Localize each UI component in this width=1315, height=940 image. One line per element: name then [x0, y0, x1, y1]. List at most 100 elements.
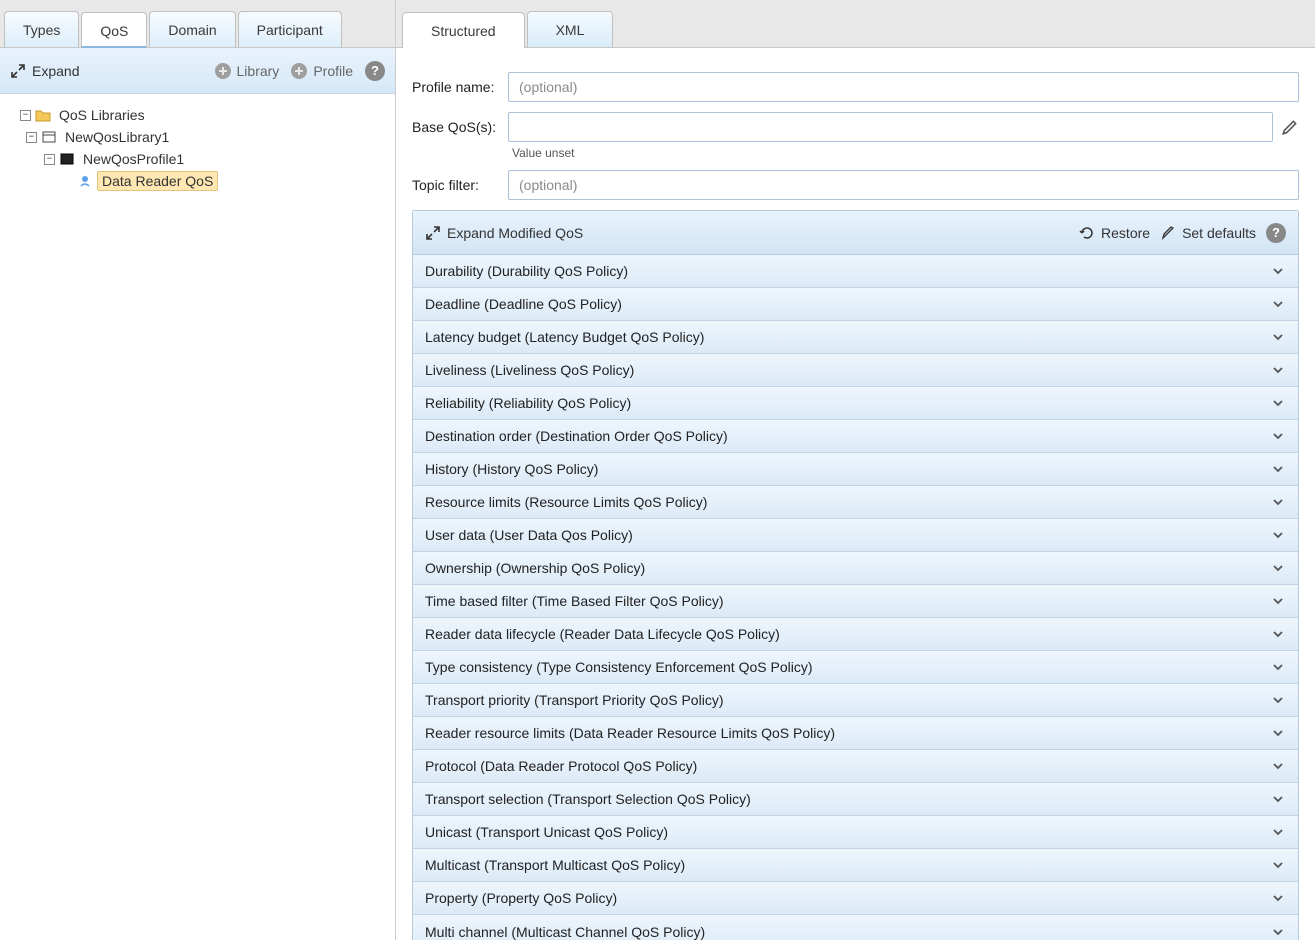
tree-leaf-data-reader-qos[interactable]: Data Reader QoS: [8, 170, 387, 192]
qos-panel: Expand Modified QoS Restore Set defaults…: [412, 210, 1299, 940]
tree-toggle[interactable]: −: [26, 132, 37, 143]
qos-policy-row[interactable]: User data (User Data Qos Policy): [413, 519, 1298, 552]
expand-tree-button[interactable]: Expand: [10, 63, 79, 79]
tab-xml[interactable]: XML: [527, 11, 614, 47]
qos-policy-label: Reader data lifecycle (Reader Data Lifec…: [425, 626, 780, 642]
qos-policy-row[interactable]: Reader resource limits (Data Reader Reso…: [413, 717, 1298, 750]
qos-policy-row[interactable]: Type consistency (Type Consistency Enfor…: [413, 651, 1298, 684]
chevron-down-icon: [1270, 626, 1286, 642]
tree-profile-label: NewQosProfile1: [79, 150, 188, 168]
library-icon: [41, 129, 57, 145]
tree-root-label: QoS Libraries: [55, 106, 149, 124]
qos-policy-row[interactable]: Latency budget (Latency Budget QoS Polic…: [413, 321, 1298, 354]
chevron-down-icon: [1270, 296, 1286, 312]
qos-policy-label: Transport priority (Transport Priority Q…: [425, 692, 723, 708]
brush-icon: [1160, 225, 1176, 241]
restore-button[interactable]: Restore: [1079, 225, 1150, 241]
add-library-button[interactable]: Library: [215, 63, 280, 79]
plus-icon: [215, 63, 231, 79]
base-qos-label: Base QoS(s):: [412, 119, 508, 135]
qos-policy-label: Reader resource limits (Data Reader Reso…: [425, 725, 835, 741]
chevron-down-icon: [1270, 824, 1286, 840]
restore-icon: [1079, 225, 1095, 241]
qos-policy-label: Type consistency (Type Consistency Enfor…: [425, 659, 813, 675]
qos-policy-row[interactable]: Destination order (Destination Order QoS…: [413, 420, 1298, 453]
base-qos-input[interactable]: [508, 112, 1273, 142]
qos-policy-list: Durability (Durability QoS Policy) Deadli…: [413, 255, 1298, 940]
chevron-down-icon: [1270, 494, 1286, 510]
chevron-down-icon: [1270, 857, 1286, 873]
add-profile-label: Profile: [313, 63, 353, 79]
help-icon[interactable]: ?: [1266, 223, 1286, 243]
chevron-down-icon: [1270, 659, 1286, 675]
qos-policy-row[interactable]: Deadline (Deadline QoS Policy): [413, 288, 1298, 321]
qos-policy-label: Multicast (Transport Multicast QoS Polic…: [425, 857, 685, 873]
tab-participant[interactable]: Participant: [238, 11, 342, 47]
tree-library[interactable]: − NewQosLibrary1: [8, 126, 387, 148]
qos-policy-label: History (History QoS Policy): [425, 461, 598, 477]
chevron-down-icon: [1270, 890, 1286, 906]
qos-policy-row[interactable]: Transport selection (Transport Selection…: [413, 783, 1298, 816]
expand-modified-qos-label: Expand Modified QoS: [447, 225, 583, 241]
qos-policy-label: Latency budget (Latency Budget QoS Polic…: [425, 329, 704, 345]
qos-policy-row[interactable]: Protocol (Data Reader Protocol QoS Polic…: [413, 750, 1298, 783]
qos-policy-label: Ownership (Ownership QoS Policy): [425, 560, 645, 576]
pencil-icon[interactable]: [1281, 118, 1299, 136]
chevron-down-icon: [1270, 428, 1286, 444]
right-body: Profile name: Base QoS(s): Value unset T…: [396, 48, 1315, 940]
tree-toggle[interactable]: −: [44, 154, 55, 165]
set-defaults-button[interactable]: Set defaults: [1160, 225, 1256, 241]
tree-profile[interactable]: − NewQosProfile1: [8, 148, 387, 170]
restore-label: Restore: [1101, 225, 1150, 241]
qos-policy-label: Deadline (Deadline QoS Policy): [425, 296, 622, 312]
tree-view[interactable]: − QoS Libraries − NewQosLibrary1 − NewQo…: [0, 94, 395, 940]
qos-policy-row[interactable]: History (History QoS Policy): [413, 453, 1298, 486]
tree-library-label: NewQosLibrary1: [61, 128, 173, 146]
qos-policy-row[interactable]: Transport priority (Transport Priority Q…: [413, 684, 1298, 717]
chevron-down-icon: [1270, 758, 1286, 774]
chevron-down-icon: [1270, 560, 1286, 576]
topic-filter-label: Topic filter:: [412, 177, 508, 193]
tab-types[interactable]: Types: [4, 11, 79, 47]
tree-toggle[interactable]: −: [20, 110, 31, 121]
plus-icon: [291, 63, 307, 79]
qos-policy-label: Property (Property QoS Policy): [425, 890, 617, 906]
qos-policy-row[interactable]: Unicast (Transport Unicast QoS Policy): [413, 816, 1298, 849]
qos-policy-label: Unicast (Transport Unicast QoS Policy): [425, 824, 668, 840]
tab-structured[interactable]: Structured: [402, 12, 525, 48]
qos-policy-row[interactable]: Ownership (Ownership QoS Policy): [413, 552, 1298, 585]
qos-policy-row[interactable]: Reliability (Reliability QoS Policy): [413, 387, 1298, 420]
qos-policy-label: Protocol (Data Reader Protocol QoS Polic…: [425, 758, 697, 774]
qos-policy-row[interactable]: Time based filter (Time Based Filter QoS…: [413, 585, 1298, 618]
qos-panel-header: Expand Modified QoS Restore Set defaults…: [413, 211, 1298, 255]
right-tab-bar: Structured XML: [396, 0, 1315, 48]
qos-policy-row[interactable]: Multicast (Transport Multicast QoS Polic…: [413, 849, 1298, 882]
tab-domain[interactable]: Domain: [149, 11, 235, 47]
qos-policy-label: User data (User Data Qos Policy): [425, 527, 633, 543]
profile-name-input[interactable]: [508, 72, 1299, 102]
profile-name-row: Profile name:: [412, 72, 1299, 102]
tab-qos[interactable]: QoS: [81, 12, 147, 48]
qos-policy-label: Liveliness (Liveliness QoS Policy): [425, 362, 634, 378]
qos-policy-label: Multi channel (Multicast Channel QoS Pol…: [425, 924, 705, 940]
chevron-down-icon: [1270, 692, 1286, 708]
expand-icon: [425, 225, 441, 241]
chevron-down-icon: [1270, 593, 1286, 609]
tree-root[interactable]: − QoS Libraries: [8, 104, 387, 126]
qos-policy-row[interactable]: Reader data lifecycle (Reader Data Lifec…: [413, 618, 1298, 651]
qos-policy-row[interactable]: Multi channel (Multicast Channel QoS Pol…: [413, 915, 1298, 940]
qos-policy-label: Durability (Durability QoS Policy): [425, 263, 628, 279]
qos-policy-row[interactable]: Resource limits (Resource Limits QoS Pol…: [413, 486, 1298, 519]
topic-filter-input[interactable]: [508, 170, 1299, 200]
expand-icon: [10, 63, 26, 79]
tree-leaf-label: Data Reader QoS: [97, 171, 218, 191]
add-profile-button[interactable]: Profile: [291, 63, 353, 79]
qos-policy-row[interactable]: Durability (Durability QoS Policy): [413, 255, 1298, 288]
help-icon[interactable]: ?: [365, 61, 385, 81]
qos-policy-row[interactable]: Liveliness (Liveliness QoS Policy): [413, 354, 1298, 387]
topic-filter-row: Topic filter:: [412, 170, 1299, 200]
expand-modified-qos-button[interactable]: Expand Modified QoS: [425, 225, 583, 241]
chevron-down-icon: [1270, 791, 1286, 807]
qos-policy-row[interactable]: Property (Property QoS Policy): [413, 882, 1298, 915]
expand-tree-label: Expand: [32, 63, 79, 79]
